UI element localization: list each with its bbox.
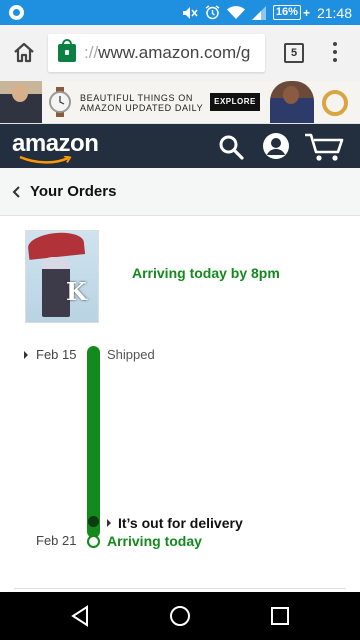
ad-text: BEAUTIFUL THINGS ON AMAZON UPDATED DAILY — [80, 93, 203, 113]
ring-image — [322, 90, 348, 116]
event-label-out-for-delivery: It’s out for delivery — [118, 515, 243, 531]
ad-banner[interactable]: BEAUTIFUL THINGS ON AMAZON UPDATED DAILY… — [0, 81, 360, 124]
alarm-icon — [205, 5, 220, 20]
url-host: www.amazon.com/g — [98, 43, 251, 62]
amazon-logo[interactable]: amazon — [12, 130, 99, 158]
browser-toolbar: ://www.amazon.com/g 5 — [0, 25, 360, 81]
lock-icon — [58, 39, 76, 62]
progress-end-dot — [87, 535, 100, 548]
caret-right-icon — [24, 351, 28, 359]
cart-icon[interactable] — [304, 132, 344, 162]
arrival-status: Arriving today by 8pm — [132, 265, 280, 281]
event-label-arriving: Arriving today — [107, 533, 202, 549]
your-orders-breadcrumb[interactable]: Your Orders — [0, 168, 360, 216]
explore-button[interactable]: EXPLORE — [210, 93, 260, 111]
ad-line-1: BEAUTIFUL THINGS ON — [80, 93, 193, 103]
product-image[interactable]: K — [25, 230, 99, 323]
section-divider — [14, 588, 346, 589]
notification-app-icon — [9, 5, 24, 20]
browser-menu-icon[interactable] — [332, 42, 338, 64]
your-orders-link[interactable]: Your Orders — [30, 183, 116, 200]
charging-icon: + — [302, 5, 310, 20]
ad-model-image-right — [270, 81, 314, 123]
mute-icon — [182, 6, 198, 19]
amazon-smile-icon — [19, 156, 72, 164]
signal-icon — [251, 5, 266, 20]
home-icon[interactable] — [12, 41, 36, 65]
tab-switcher-button[interactable]: 5 — [284, 43, 304, 63]
battery-indicator: 16% + — [272, 5, 310, 20]
url-text[interactable]: ://www.amazon.com/g — [84, 43, 250, 63]
amazon-header: amazon — [0, 124, 360, 168]
ad-line-2: AMAZON UPDATED DAILY — [80, 103, 204, 113]
event-date: Feb 15 — [36, 347, 77, 362]
clock: 21:48 — [316, 4, 352, 21]
recents-nav-icon[interactable] — [268, 604, 292, 628]
status-bar: 16% + 21:48 — [0, 0, 360, 25]
chevron-left-icon[interactable] — [12, 185, 22, 198]
event-date: Feb 21 — [36, 533, 77, 548]
event-label-shipped: Shipped — [107, 347, 155, 362]
wifi-icon — [226, 5, 245, 19]
back-nav-icon[interactable] — [68, 604, 92, 628]
url-scheme: :// — [84, 43, 99, 62]
ad-model-image-left — [0, 81, 42, 123]
battery-level: 16% — [272, 5, 301, 20]
caret-right-icon — [107, 519, 111, 527]
home-nav-icon[interactable] — [168, 604, 192, 628]
account-icon[interactable] — [262, 132, 290, 160]
progress-current-dot — [88, 516, 99, 527]
delivery-progress-bar — [87, 346, 100, 538]
url-bar[interactable]: ://www.amazon.com/g — [48, 34, 265, 72]
search-icon[interactable] — [218, 134, 244, 160]
watch-image — [49, 87, 71, 117]
system-navigation-bar — [0, 592, 360, 640]
